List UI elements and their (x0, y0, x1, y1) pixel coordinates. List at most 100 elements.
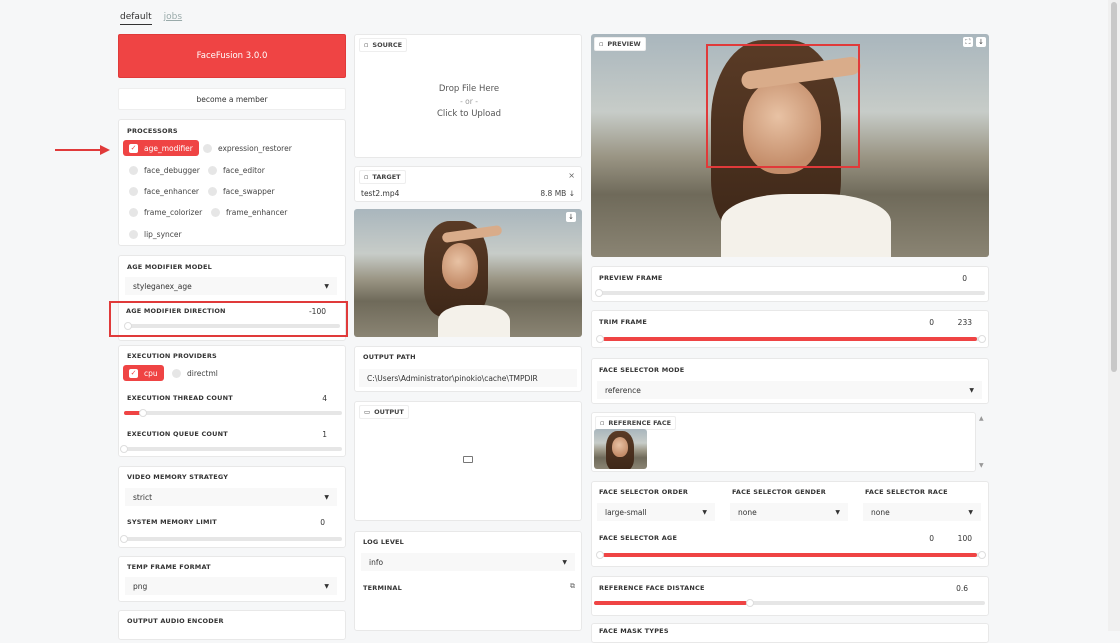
arrow-head-icon (100, 145, 110, 155)
thread-count-slider[interactable] (124, 411, 342, 415)
annotation-arrow (55, 149, 103, 151)
age-min-knob[interactable] (596, 551, 604, 559)
preview-header: ▫ PREVIEW (594, 37, 646, 51)
output-path-title: OUTPUT PATH (363, 353, 416, 361)
check-icon: ✓ (129, 143, 138, 153)
caret-down-icon: ▼ (702, 508, 707, 516)
trim-frame-fill (603, 337, 977, 341)
download-icon[interactable]: ↓ (976, 37, 986, 47)
check-icon: ✓ (129, 368, 138, 378)
processor-face-enhancer[interactable]: face_enhancer (129, 183, 199, 199)
queue-count-knob[interactable] (120, 445, 128, 453)
output-path-input[interactable]: C:\Users\Administrator\pinokio\cache\TMP… (359, 369, 577, 387)
processor-face-debugger[interactable]: face_debugger (129, 162, 200, 178)
caret-down-icon: ▼ (969, 386, 974, 394)
thread-count-knob[interactable] (139, 409, 147, 417)
annotation-face-box (706, 44, 860, 168)
or-label: - or - (460, 97, 478, 106)
memory-limit-knob[interactable] (120, 535, 128, 543)
shirt-shape (438, 305, 510, 337)
audio-encoder-title: OUTPUT AUDIO ENCODER (127, 617, 224, 625)
reference-face-header: ▫ REFERENCE FACE (595, 416, 677, 430)
trim-frame-panel: TRIM FRAME 0 233 (591, 310, 989, 348)
processor-frame-enhancer[interactable]: frame_enhancer (211, 204, 287, 220)
memory-limit-slider[interactable] (124, 537, 342, 541)
ref-distance-knob[interactable] (746, 599, 754, 607)
memory-strategy-select[interactable]: strict ▼ (125, 488, 337, 506)
trim-frame-end[interactable]: 233 (940, 318, 972, 327)
audio-encoder-panel: OUTPUT AUDIO ENCODER (118, 610, 346, 640)
image-icon: ▫ (600, 419, 605, 427)
queue-count-slider[interactable] (124, 447, 342, 451)
target-filename[interactable]: test2.mp4 (361, 189, 399, 198)
selector-age-min[interactable]: 0 (904, 534, 934, 543)
age-model-title: AGE MODIFIER MODEL (127, 263, 213, 271)
preview-frame-value[interactable]: 0 (932, 274, 967, 283)
thread-count-title: EXECUTION THREAD COUNT (127, 394, 233, 402)
face-shape (442, 243, 478, 289)
scrollbar-thumb[interactable] (1111, 2, 1117, 372)
age-max-knob[interactable] (978, 551, 986, 559)
target-panel: ▫ TARGET × test2.mp4 8.8 MB ↓ (354, 166, 582, 202)
trim-end-knob[interactable] (978, 335, 986, 343)
trim-start-knob[interactable] (596, 335, 604, 343)
output-panel: ▭ OUTPUT (354, 401, 582, 521)
log-level-select[interactable]: info ▼ (361, 553, 575, 571)
close-icon[interactable]: × (568, 171, 575, 180)
age-model-select[interactable]: styleganex_age ▼ (125, 277, 337, 295)
ref-distance-fill (594, 601, 747, 605)
processor-face-editor[interactable]: face_editor (208, 162, 265, 178)
processor-age-modifier[interactable]: ✓ age_modifier (123, 140, 199, 156)
reference-face-panel: ▫ REFERENCE FACE (591, 412, 976, 472)
preview-frame-knob[interactable] (595, 289, 603, 297)
preview-frame-slider[interactable] (598, 291, 985, 295)
trim-frame-start[interactable]: 0 (904, 318, 934, 327)
selector-order-select[interactable]: large-small ▼ (597, 503, 715, 521)
shirt-shape (721, 194, 891, 257)
selector-gender-select[interactable]: none ▼ (730, 503, 848, 521)
click-upload-label[interactable]: Click to Upload (355, 109, 583, 119)
temp-frame-select[interactable]: png ▼ (125, 577, 337, 595)
scroll-down-icon[interactable]: ▼ (979, 462, 984, 469)
memory-limit-value[interactable]: 0 (299, 518, 325, 527)
provider-directml[interactable]: directml (172, 365, 218, 381)
mask-types-title: FACE MASK TYPES (599, 627, 669, 635)
scroll-up-icon[interactable]: ▲ (979, 415, 984, 422)
caret-down-icon: ▼ (324, 493, 329, 501)
ref-distance-panel: REFERENCE FACE DISTANCE 0.6 (591, 576, 989, 616)
processors-title: PROCESSORS (127, 127, 178, 135)
processor-frame-colorizer[interactable]: frame_colorizer (129, 204, 202, 220)
tab-bar: default jobs (120, 12, 182, 25)
tab-jobs[interactable]: jobs (164, 12, 182, 25)
selector-race-select[interactable]: none ▼ (863, 503, 981, 521)
fullscreen-icon[interactable]: ⛶ (963, 37, 973, 47)
target-filesize[interactable]: 8.8 MB ↓ (540, 189, 575, 198)
copy-icon[interactable]: ⧉ (570, 582, 575, 591)
source-panel[interactable]: ▫ SOURCE Drop File Here - or - Click to U… (354, 34, 582, 158)
selector-gender-title: FACE SELECTOR GENDER (732, 488, 826, 496)
log-panel: LOG LEVEL TERMINAL ⧉ (354, 531, 582, 631)
processor-lip-syncer[interactable]: lip_syncer (129, 226, 182, 242)
processor-expression-restorer[interactable]: expression_restorer (203, 140, 292, 156)
thread-count-value[interactable]: 4 (299, 394, 327, 403)
facefusion-button[interactable]: FaceFusion 3.0.0 (118, 34, 346, 78)
ref-distance-title: REFERENCE FACE DISTANCE (599, 584, 705, 592)
memory-panel: VIDEO MEMORY STRATEGY SYSTEM MEMORY LIMI… (118, 466, 346, 548)
output-header: ▭ OUTPUT (359, 405, 409, 419)
preview-frame-title: PREVIEW FRAME (599, 274, 663, 282)
ref-distance-value[interactable]: 0.6 (932, 584, 968, 593)
execution-panel: EXECUTION PROVIDERS EXECUTION THREAD COU… (118, 345, 346, 457)
selector-age-max[interactable]: 100 (940, 534, 972, 543)
mask-types-panel: FACE MASK TYPES (591, 623, 989, 643)
download-icon[interactable]: ↓ (566, 212, 576, 222)
reference-face-thumb[interactable] (594, 429, 647, 469)
processor-face-swapper[interactable]: face_swapper (208, 183, 275, 199)
page-scrollbar[interactable] (1108, 0, 1120, 631)
file-icon: ▫ (364, 173, 369, 181)
video-icon: ▭ (364, 408, 371, 416)
provider-cpu[interactable]: ✓ cpu (123, 365, 164, 381)
queue-count-value[interactable]: 1 (299, 430, 327, 439)
tab-default[interactable]: default (120, 12, 152, 25)
selector-mode-select[interactable]: reference ▼ (597, 381, 982, 399)
become-member-button[interactable]: become a member (118, 88, 346, 110)
